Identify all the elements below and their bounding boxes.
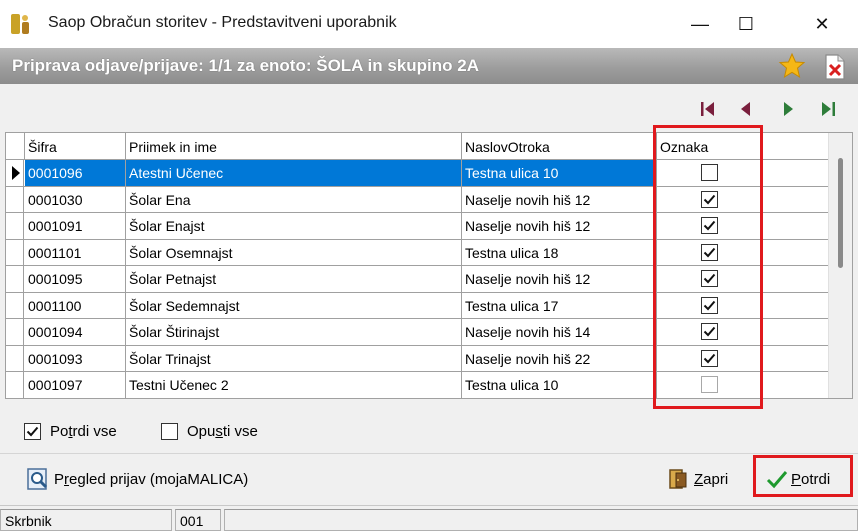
grid-vertical-scrollbar[interactable] — [828, 133, 852, 398]
window-titlebar: Saop Obračun storitev - Predstavitveni u… — [0, 0, 858, 48]
cell-ime[interactable]: Šolar Osemnajst — [126, 239, 462, 265]
status-message — [224, 509, 858, 531]
row-indicator[interactable] — [6, 213, 24, 239]
status-user: Skrbnik — [0, 509, 172, 531]
cell-ime[interactable]: Šolar Petnajst — [126, 266, 462, 292]
row-indicator[interactable] — [6, 239, 24, 265]
cell-sifra[interactable]: 0001091 — [25, 213, 126, 239]
cell-sifra[interactable]: 0001093 — [25, 345, 126, 371]
cell-ime[interactable]: Šolar Štirinajst — [126, 319, 462, 345]
next-record-button[interactable] — [776, 97, 800, 121]
next-record-icon — [784, 102, 793, 116]
confirm-button[interactable]: Potrdi — [766, 466, 830, 492]
cell-naslov[interactable]: Testna ulica 17 — [462, 292, 657, 318]
status-bar: Skrbnik 001 — [0, 505, 858, 531]
close-button[interactable]: ✕ — [799, 0, 845, 48]
cell-naslov[interactable]: Naselje novih hiš 14 — [462, 319, 657, 345]
previous-record-icon — [741, 102, 750, 116]
preview-registrations-button[interactable]: Pregled prijav (mojaMALICA) — [26, 466, 248, 492]
maximize-icon: ☐ — [737, 13, 755, 34]
cell-sifra[interactable]: 0001030 — [25, 186, 126, 212]
first-record-icon — [701, 102, 714, 116]
cell-naslov[interactable]: Naselje novih hiš 12 — [462, 213, 657, 239]
close-form-button[interactable]: Zapri — [667, 466, 728, 492]
row-indicator[interactable] — [6, 160, 24, 186]
exit-door-icon — [669, 469, 687, 489]
discard-all-option[interactable]: Opusti vse — [161, 419, 258, 443]
cell-sifra[interactable]: 0001095 — [25, 266, 126, 292]
row-indicator[interactable] — [6, 372, 24, 398]
cell-sifra[interactable]: 0001101 — [25, 239, 126, 265]
last-record-button[interactable] — [816, 97, 840, 121]
scrollbar-thumb[interactable] — [838, 158, 843, 268]
column-header-sifra[interactable]: Šifra — [25, 133, 126, 160]
cell-ime[interactable]: Testni Učenec 2 — [126, 372, 462, 398]
row-indicator[interactable] — [6, 292, 24, 318]
minimize-icon: — — [691, 13, 709, 34]
column-header-ime[interactable]: Priimek in ime — [126, 133, 462, 160]
row-indicator[interactable] — [6, 319, 24, 345]
form-header: Priprava odjave/prijave: 1/1 za enoto: Š… — [0, 48, 858, 84]
cell-naslov[interactable]: Testna ulica 10 — [462, 160, 657, 186]
star-icon[interactable] — [778, 52, 806, 80]
discard-all-checkbox[interactable] — [161, 422, 178, 440]
cell-ime[interactable]: Šolar Sedemnajst — [126, 292, 462, 318]
cell-ime[interactable]: Šolar Ena — [126, 186, 462, 212]
last-record-icon — [822, 102, 835, 116]
cell-ime[interactable]: Atestni Učenec — [126, 160, 462, 186]
previous-record-button[interactable] — [734, 97, 758, 121]
close-form-label: Zapri — [694, 470, 729, 488]
status-code: 001 — [175, 509, 221, 531]
app-icon — [10, 12, 32, 36]
current-row-arrow-icon — [12, 166, 20, 180]
cell-sifra[interactable]: 0001100 — [25, 292, 126, 318]
first-record-button[interactable] — [696, 97, 720, 121]
column-header-naslov[interactable]: NaslovOtroka — [462, 133, 657, 160]
confirm-all-checkbox[interactable] — [24, 422, 41, 440]
cell-naslov[interactable]: Testna ulica 10 — [462, 372, 657, 398]
cell-naslov[interactable]: Naselje novih hiš 22 — [462, 345, 657, 371]
separator — [0, 453, 858, 454]
confirm-all-label: Potrdi vse — [50, 422, 117, 440]
cell-naslov[interactable]: Naselje novih hiš 12 — [462, 266, 657, 292]
cell-ime[interactable]: Šolar Trinajst — [126, 345, 462, 371]
cell-sifra[interactable]: 0001097 — [25, 372, 126, 398]
window-title: Saop Obračun storitev - Predstavitveni u… — [48, 14, 397, 31]
confirm-label: Potrdi — [791, 470, 831, 488]
discard-all-label: Opusti vse — [187, 422, 258, 440]
confirm-all-option[interactable]: Potrdi vse — [24, 419, 117, 443]
maximize-button[interactable]: ☐ — [723, 0, 769, 48]
oznaka-highlight-box — [653, 125, 763, 409]
cell-naslov[interactable]: Naselje novih hiš 12 — [462, 186, 657, 212]
close-icon: ✕ — [814, 13, 830, 34]
cell-naslov[interactable]: Testna ulica 18 — [462, 239, 657, 265]
form-title: Priprava odjave/prijave: 1/1 za enoto: Š… — [12, 56, 479, 75]
cell-sifra[interactable]: 0001094 — [25, 319, 126, 345]
row-indicator[interactable] — [6, 345, 24, 371]
header-indicator — [6, 133, 25, 160]
close-document-icon[interactable] — [822, 53, 848, 81]
row-indicator[interactable] — [6, 266, 24, 292]
row-indicator[interactable] — [6, 186, 24, 212]
preview-icon — [27, 468, 48, 490]
preview-label: Pregled prijav (mojaMALICA) — [54, 470, 249, 488]
cell-sifra[interactable]: 0001096 — [25, 160, 126, 186]
cell-ime[interactable]: Šolar Enajst — [126, 213, 462, 239]
minimize-button[interactable]: — — [677, 0, 723, 48]
checkmark-icon — [766, 471, 788, 489]
